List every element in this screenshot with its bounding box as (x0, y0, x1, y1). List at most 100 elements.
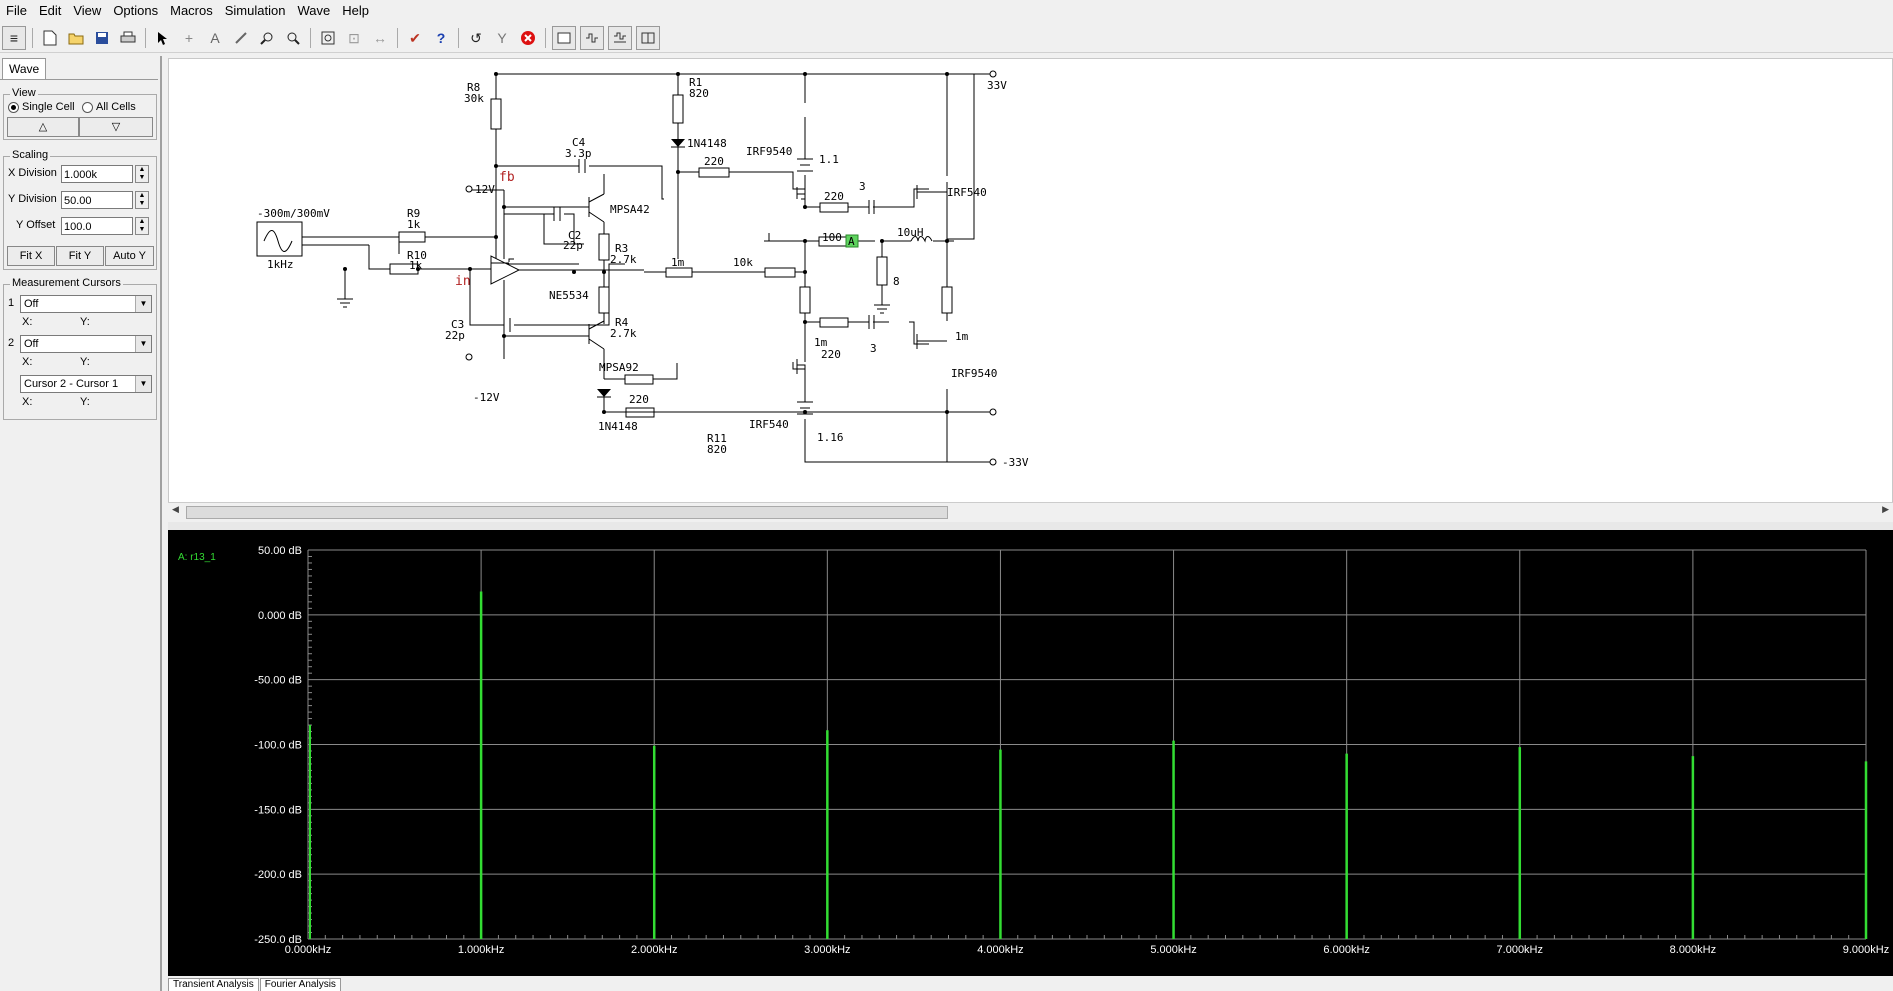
help-icon[interactable]: ? (430, 27, 452, 49)
zoom-icon[interactable] (282, 27, 304, 49)
r10-value: 1k (409, 259, 423, 272)
scroll-right-icon[interactable]: ▶ (1882, 504, 1889, 515)
auto-y-button[interactable]: Auto Y (105, 246, 154, 266)
schematic-canvas[interactable]: A R8 30k R1 820 1N4148 C4 3.3p 220 IRF95… (168, 58, 1893, 520)
cell-down-button[interactable]: ▽ (79, 117, 153, 137)
r220a-label: 220 (704, 155, 724, 168)
vm33-label: -33V (1002, 456, 1029, 469)
menu-help[interactable]: Help (336, 0, 375, 22)
view-group: View Single Cell All Cells △ ▽ (3, 87, 157, 140)
window-icon[interactable] (552, 26, 576, 50)
zoom-fit-icon[interactable] (317, 27, 339, 49)
tab-fourier-analysis[interactable]: Fourier Analysis (259, 978, 341, 991)
source-label: -300m/300mV (257, 207, 330, 220)
split-icon[interactable] (636, 26, 660, 50)
new-file-icon[interactable] (39, 27, 61, 49)
pane-splitter[interactable] (168, 522, 1893, 530)
y-offset-field[interactable]: 100.0 (61, 217, 133, 235)
scroll-left-icon[interactable]: ◀ (172, 504, 179, 515)
single-cell-label: Single Cell (22, 101, 75, 113)
multi-wave-icon[interactable] (608, 26, 632, 50)
waveform-icon[interactable] (580, 26, 604, 50)
fb-net-label: fb (499, 170, 515, 185)
layers-icon[interactable]: ≡ (2, 26, 26, 50)
pointer-icon[interactable] (152, 27, 174, 49)
y-tick-label: 50.00 dB (258, 545, 302, 557)
cursor-diff-select[interactable]: Cursor 2 - Cursor 1 ▼ (20, 375, 152, 393)
plot-series (309, 591, 1868, 939)
toolbar: ≡ + A ⊡ ↔ ✔ ? ↺ Y (0, 24, 1893, 53)
check-icon[interactable]: ✔ (404, 27, 426, 49)
schematic-hscrollbar[interactable]: ◀ ▶ (168, 502, 1893, 521)
menu-edit[interactable]: Edit (33, 0, 67, 22)
all-cells-radio[interactable]: All Cells (82, 101, 136, 113)
pan-icon[interactable]: ↔ (369, 27, 391, 49)
x-division-spinner[interactable]: ▲ ▼ (135, 165, 149, 183)
fit-x-button[interactable]: Fit X (7, 246, 55, 266)
tab-divider (0, 79, 158, 80)
c3u-label: 3 (859, 180, 866, 193)
scroll-thumb[interactable] (186, 506, 948, 519)
r220d-label: 220 (629, 393, 649, 406)
menu-file[interactable]: File (0, 0, 33, 22)
schematic-wires (256, 73, 996, 459)
y-division-field[interactable]: 50.00 (61, 191, 133, 209)
fourier-chart: 0.000kHz 1.000kHz 2.000kHz 3.000kHz 4.000kHz… (178, 545, 1889, 956)
y-offset-label: Y Offset (16, 219, 56, 231)
cursor-2-select[interactable]: Off ▼ (20, 335, 152, 353)
bat2-label: 1.16 (817, 431, 844, 444)
c3-value: 22p (445, 329, 465, 342)
toolbar-separator (310, 28, 311, 48)
r1-value: 820 (689, 87, 709, 100)
r220b-label: 220 (824, 190, 844, 203)
cursor-diff-x-label: X: (22, 396, 33, 408)
cursor-1-select[interactable]: Off ▼ (20, 295, 152, 313)
x-division-label: X Division (8, 167, 57, 179)
menu-simulation[interactable]: Simulation (219, 0, 292, 22)
text-tool-icon[interactable]: A (204, 27, 226, 49)
probe-icon[interactable] (230, 27, 252, 49)
x-division-field[interactable]: 1.000k (61, 165, 133, 183)
fit-y-button[interactable]: Fit Y (56, 246, 104, 266)
tool-icon[interactable]: Y (491, 27, 513, 49)
d2-label: 1N4148 (598, 420, 638, 433)
menu-macros[interactable]: Macros (164, 0, 219, 22)
single-cell-radio[interactable]: Single Cell (8, 101, 75, 113)
cursor-2-x-label: X: (22, 356, 33, 368)
zoom-area-icon[interactable] (256, 27, 278, 49)
fourier-plot[interactable]: 0.000kHz 1.000kHz 2.000kHz 3.000kHz 4.000kHz… (168, 530, 1893, 976)
mpsa42-label: MPSA42 (610, 203, 650, 216)
inductor-label: 10uH (897, 226, 924, 239)
tab-wave[interactable]: Wave (2, 58, 47, 79)
y-tick-label: -100.0 dB (254, 740, 302, 752)
cursors-group-title: Measurement Cursors (10, 277, 123, 289)
menu-view[interactable]: View (67, 0, 107, 22)
source-freq: 1kHz (267, 258, 294, 271)
stop-icon[interactable] (517, 27, 539, 49)
y-tick-label: -200.0 dB (254, 869, 302, 881)
schematic-drawing: A R8 30k R1 820 1N4148 C4 3.3p 220 IRF95… (256, 70, 1029, 469)
chevron-down-icon: ▼ (135, 296, 151, 312)
v12-label: 12V (475, 183, 495, 196)
chevron-down-icon: ▼ (135, 376, 151, 392)
y-offset-spinner[interactable]: ▲ ▼ (135, 217, 149, 235)
tab-transient-analysis[interactable]: Transient Analysis (168, 978, 259, 991)
cell-up-button[interactable]: △ (7, 117, 79, 137)
cursors-group: Measurement Cursors 1 Off ▼ X: Y: 2 Off … (3, 277, 157, 420)
x-tick-label: 8.000kHz (1670, 944, 1716, 956)
menu-options[interactable]: Options (107, 0, 164, 22)
cursor-2-value: Off (24, 338, 39, 350)
c2-value: 22p (563, 239, 583, 252)
open-folder-icon[interactable] (65, 27, 87, 49)
toolbar-separator (545, 28, 546, 48)
save-icon[interactable] (91, 27, 113, 49)
y-division-spinner[interactable]: ▲ ▼ (135, 191, 149, 209)
zoom-extents-icon[interactable]: ⊡ (343, 27, 365, 49)
print-icon[interactable] (117, 27, 139, 49)
undo-icon[interactable]: ↺ (465, 27, 487, 49)
menu-wave[interactable]: Wave (291, 0, 336, 22)
plot-axis-labels: 0.000kHz 1.000kHz 2.000kHz 3.000kHz 4.000kHz… (254, 545, 1889, 956)
menu-bar: File Edit View Options Macros Simulation… (0, 0, 1893, 22)
crosshair-icon[interactable]: + (178, 27, 200, 49)
cursor-1-value: Off (24, 298, 39, 310)
